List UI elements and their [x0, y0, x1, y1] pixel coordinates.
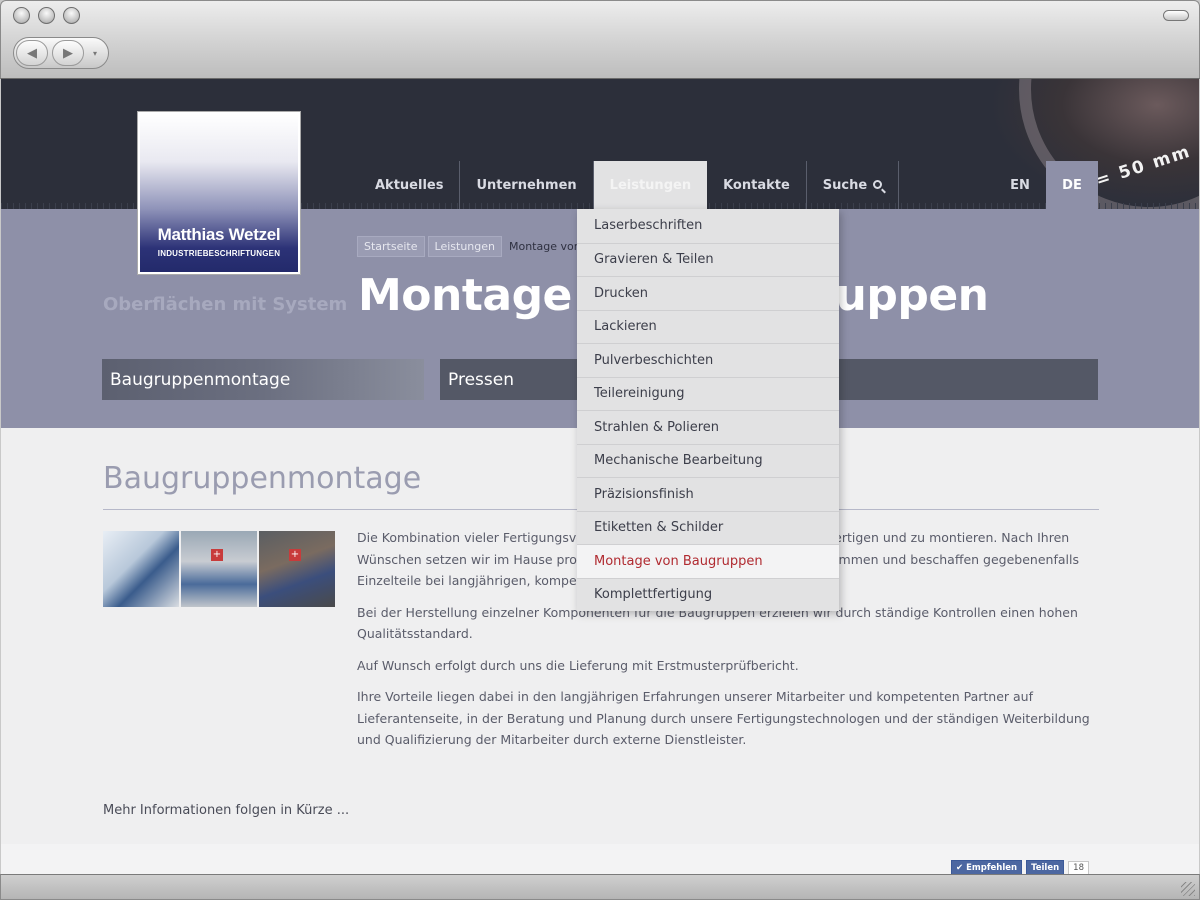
zoom-plus-icon: + — [211, 549, 223, 561]
tab-baugruppenmontage[interactable]: Baugruppenmontage — [102, 359, 424, 400]
dropdown-item-gravieren[interactable]: Gravieren & Teilen — [577, 242, 839, 277]
zoom-window-button[interactable] — [63, 7, 80, 24]
back-arrow-icon: ◀ — [27, 45, 37, 61]
dropdown-item-praezisionsfinish[interactable]: Präzisionsfinish — [577, 477, 839, 511]
breadcrumb-startseite[interactable]: Startseite — [357, 236, 425, 257]
image-gallery: + + — [103, 531, 335, 607]
nav-unternehmen[interactable]: Unternehmen — [460, 161, 594, 209]
leistungen-dropdown: Laserbeschriften Gravieren & Teilen Druc… — [577, 209, 839, 611]
back-button[interactable]: ◀ — [16, 40, 48, 66]
breadcrumb-leistungen[interactable]: Leistungen — [427, 236, 502, 257]
paragraph: Auf Wunsch erfolgt durch uns die Lieferu… — [357, 657, 799, 673]
gallery-thumbnail[interactable] — [103, 531, 179, 607]
logo-name: Matthias Wetzel — [157, 225, 281, 244]
browser-status-bar — [0, 874, 1200, 900]
forward-arrow-icon: ▶ — [63, 45, 73, 61]
main-nav: Aktuelles Unternehmen Leistungen Kontakt… — [359, 161, 900, 209]
search-icon — [873, 179, 883, 189]
tagline: Oberflächen mit System — [103, 294, 348, 315]
more-info-note: Mehr Informationen folgen in Kürze ... — [103, 803, 350, 818]
facebook-share-button[interactable]: Teilen — [1026, 860, 1065, 874]
history-nav: ◀ ▶ ▾ — [13, 37, 109, 69]
dropdown-item-strahlen[interactable]: Strahlen & Polieren — [577, 410, 839, 444]
minimize-window-button[interactable] — [38, 7, 55, 24]
nav-leistungen[interactable]: Leistungen — [593, 161, 708, 209]
dropdown-item-laserbeschriften[interactable]: Laserbeschriften — [577, 209, 839, 243]
dropdown-item-montage[interactable]: Montage von Baugruppen — [577, 544, 839, 578]
section-title: Baugruppenmontage — [103, 461, 422, 496]
facebook-like-button[interactable]: ✔ Empfehlen — [951, 860, 1023, 874]
gallery-thumbnail[interactable]: + — [181, 531, 257, 607]
dropdown-item-lackieren[interactable]: Lackieren — [577, 309, 839, 344]
dropdown-item-pulverbeschichten[interactable]: Pulverbeschichten — [577, 343, 839, 377]
dropdown-item-drucken[interactable]: Drucken — [577, 276, 839, 310]
site-logo[interactable]: Matthias Wetzel INDUSTRIEBESCHRIFTUNGEN — [138, 112, 300, 274]
gallery-thumbnail[interactable]: + — [259, 531, 335, 607]
history-dropdown-icon[interactable]: ▾ — [93, 49, 97, 58]
dropdown-item-komplettfertigung[interactable]: Komplettfertigung — [577, 577, 839, 612]
lang-de[interactable]: DE — [1046, 161, 1098, 209]
page-viewport: f = 50 mm Matthias Wetzel INDUSTRIEBESCH… — [1, 79, 1199, 874]
toolbar-toggle-button[interactable] — [1163, 10, 1189, 21]
dropdown-item-teilereinigung[interactable]: Teilereinigung — [577, 376, 839, 411]
forward-button[interactable]: ▶ — [52, 40, 84, 66]
nav-aktuelles[interactable]: Aktuelles — [359, 161, 461, 209]
browser-toolbar: ◀ ▶ ▾ — [0, 0, 1200, 79]
close-window-button[interactable] — [13, 7, 30, 24]
lang-en[interactable]: EN — [994, 161, 1046, 209]
nav-kontakte[interactable]: Kontakte — [707, 161, 807, 209]
zoom-plus-icon: + — [289, 549, 301, 561]
resize-grip-icon[interactable] — [1181, 882, 1195, 896]
logo-subtitle: INDUSTRIEBESCHRIFTUNGEN — [157, 249, 281, 258]
social-share: ✔ Empfehlen Teilen 18 — [951, 860, 1089, 874]
nav-suche[interactable]: Suche — [807, 161, 900, 209]
share-count: 18 — [1068, 861, 1089, 874]
paragraph: Ihre Vorteile liegen dabei in den langjä… — [357, 689, 1090, 747]
dropdown-item-etiketten[interactable]: Etiketten & Schilder — [577, 510, 839, 545]
dropdown-item-mechanische-bearbeitung[interactable]: Mechanische Bearbeitung — [577, 443, 839, 478]
